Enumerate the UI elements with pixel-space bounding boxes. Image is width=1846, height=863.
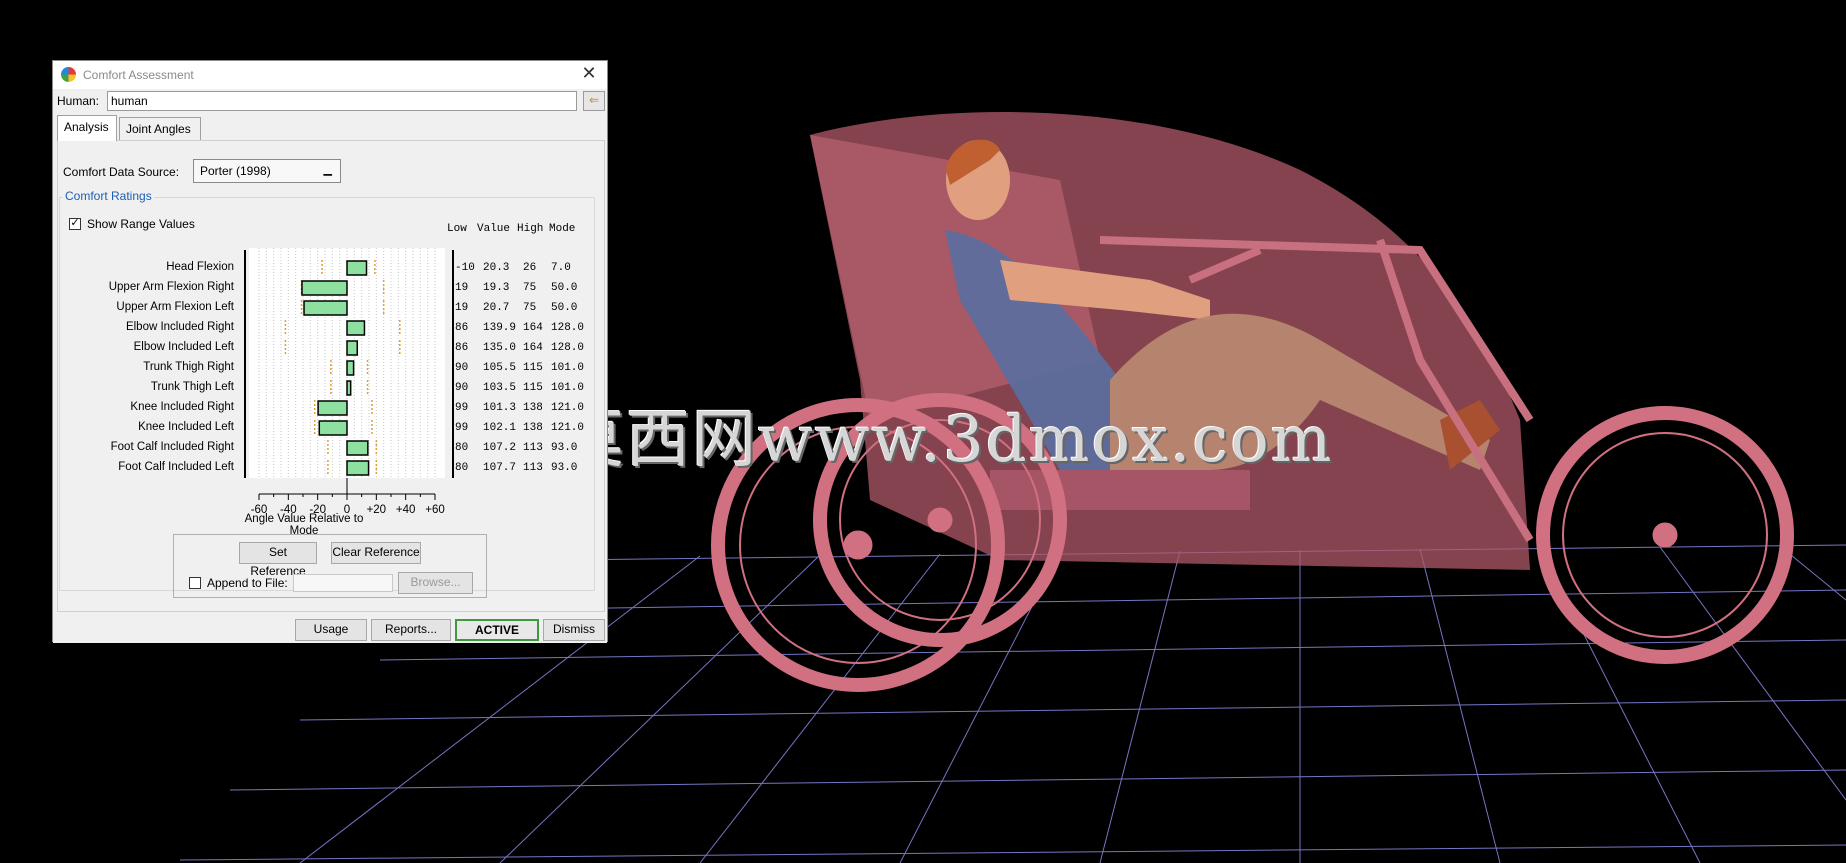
row-value: 101.3 <box>483 402 517 414</box>
dismiss-button[interactable]: Dismiss <box>543 619 605 641</box>
row-value: 139.9 <box>483 322 517 334</box>
row-value: 101.0 <box>551 362 585 374</box>
row-value: 93.0 <box>551 442 578 454</box>
row-value: 115 <box>523 362 543 374</box>
row-value: 26 <box>523 262 537 274</box>
row-value: 103.5 <box>483 382 517 394</box>
data-source-select[interactable]: Porter (1998) ▁ <box>193 159 341 183</box>
append-file-path-field[interactable] <box>293 574 393 592</box>
tab-analysis[interactable]: Analysis <box>57 115 117 141</box>
row-value: 75 <box>523 302 537 314</box>
row-value: 121.0 <box>551 402 585 414</box>
row-label: Trunk Thigh Left <box>150 381 234 393</box>
clear-reference-button[interactable]: Clear Reference <box>331 542 421 564</box>
row-value: 138 <box>523 422 543 434</box>
row-label: Head Flexion <box>166 261 234 273</box>
row-value: 99 <box>455 402 469 414</box>
row-value: 90 <box>455 382 469 394</box>
row-value: 86 <box>455 322 469 334</box>
dropdown-icon: ▁ <box>323 164 332 176</box>
data-source-label: Comfort Data Source: <box>63 165 180 179</box>
row-label: Foot Calf Included Left <box>118 461 234 473</box>
append-to-file-checkbox[interactable] <box>189 577 201 589</box>
row-value: 99 <box>455 422 469 434</box>
row-label: Knee Included Left <box>138 421 234 433</box>
row-value: 50.0 <box>551 302 578 314</box>
row-value: 19.3 <box>483 282 510 294</box>
browse-button[interactable]: Browse... <box>398 572 473 594</box>
tab-joint-angles[interactable]: Joint Angles <box>119 117 201 141</box>
human-picker-icon[interactable]: ⇐ <box>583 91 605 111</box>
row-value: 107.7 <box>483 462 517 474</box>
row-value: 80 <box>455 442 469 454</box>
row-value: 19 <box>455 282 469 294</box>
row-value: 102.1 <box>483 422 517 434</box>
data-source-value: Porter (1998) <box>200 164 271 178</box>
row-value: -10 <box>455 262 475 274</box>
row-label: Foot Calf Included Right <box>110 441 234 453</box>
row-value: 135.0 <box>483 342 517 354</box>
close-icon[interactable]: ✕ <box>579 63 599 84</box>
row-value: 93.0 <box>551 462 578 474</box>
row-label: Trunk Thigh Right <box>143 361 234 373</box>
bottom-button-bar: Usage Reports... ACTIVE Dismiss <box>53 617 607 643</box>
human-label: Human: <box>57 94 100 108</box>
row-value: 138 <box>523 402 543 414</box>
row-label: Elbow Included Right <box>125 321 234 333</box>
row-value: 113 <box>523 442 543 454</box>
col-header-value: Value <box>477 223 511 235</box>
row-label: Upper Arm Flexion Right <box>108 281 234 293</box>
row-value: 107.2 <box>483 442 517 454</box>
row-value: 90 <box>455 362 469 374</box>
col-header-high: High <box>517 223 544 235</box>
row-value: 80 <box>455 462 469 474</box>
front-wheel <box>1536 406 1794 664</box>
row-value: 128.0 <box>551 322 585 334</box>
row-value: 105.5 <box>483 362 517 374</box>
usage-button[interactable]: Usage <box>295 619 367 641</box>
row-value: 164 <box>523 322 543 334</box>
append-to-file-label: Append to File: <box>207 576 288 590</box>
col-header-mode: Mode <box>549 223 576 235</box>
reports-button[interactable]: Reports... <box>371 619 451 641</box>
comfort-assessment-dialog: Comfort Assessment ✕ Human: human ⇐ Anal… <box>52 60 608 643</box>
human-field[interactable]: human <box>107 91 577 111</box>
title-bar[interactable]: Comfort Assessment ✕ <box>53 61 607 89</box>
row-value: 50.0 <box>551 282 578 294</box>
show-range-checkbox[interactable]: ✓ <box>69 218 81 230</box>
col-header-low: Low <box>447 223 467 235</box>
comfort-ratings-label: Comfort Ratings <box>63 189 154 203</box>
set-reference-button[interactable]: Set Reference <box>239 542 317 578</box>
row-value: 7.0 <box>551 262 571 274</box>
show-range-label: Show Range Values <box>87 217 195 231</box>
row-value: 113 <box>523 462 543 474</box>
row-label: Upper Arm Flexion Left <box>116 301 234 313</box>
row-value: 20.3 <box>483 262 510 274</box>
row-value: 19 <box>455 302 469 314</box>
watermark-text: 莫西网www.3dmox.com <box>560 403 1334 477</box>
row-label: Elbow Included Left <box>133 341 234 353</box>
row-value: 75 <box>523 282 537 294</box>
row-value: 20.7 <box>483 302 510 314</box>
row-value: 128.0 <box>551 342 585 354</box>
dialog-title: Comfort Assessment <box>83 68 194 82</box>
row-value: 121.0 <box>551 422 585 434</box>
row-value: 86 <box>455 342 469 354</box>
row-value: 164 <box>523 342 543 354</box>
row-value: 101.0 <box>551 382 585 394</box>
active-button[interactable]: ACTIVE <box>455 619 539 641</box>
app-icon <box>61 67 76 82</box>
row-label: Knee Included Right <box>130 401 234 413</box>
row-value: 115 <box>523 382 543 394</box>
